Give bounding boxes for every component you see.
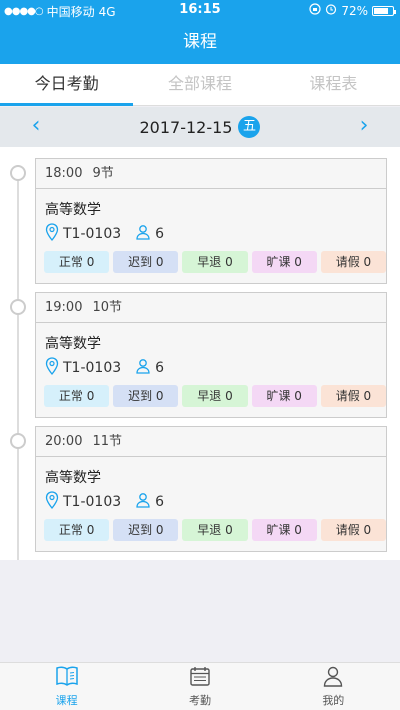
- course-meta: T1-0103 6: [36, 489, 386, 515]
- course-time: 18:00: [45, 166, 83, 181]
- tabbar-item-profile[interactable]: 我的: [267, 663, 400, 710]
- tabbar-label: 考勤: [188, 694, 211, 707]
- course-period: 10节: [92, 300, 123, 315]
- bottom-tab-bar: 课程 考勤 我的: [0, 662, 400, 710]
- timeline-node: [10, 433, 26, 449]
- course-room: T1-0103: [63, 494, 122, 510]
- student-count: 6: [155, 494, 165, 510]
- course-meta: T1-0103 6: [36, 355, 386, 381]
- current-date: 2017-12-15: [139, 117, 233, 137]
- location-pin-icon: [45, 491, 63, 513]
- tab-all-courses[interactable]: 全部课程: [133, 64, 266, 105]
- person-icon: [135, 358, 155, 378]
- course-card[interactable]: 20:00 11节 高等数学 T1-0103 6 正常 0 迟到 0 早退 0 旷…: [35, 426, 387, 552]
- course-room: T1-0103: [63, 226, 122, 242]
- course-card[interactable]: 18:00 9节 高等数学 T1-0103 6 正常 0 迟到 0 早退 0 旷课…: [35, 158, 387, 284]
- alarm-icon: [325, 3, 337, 18]
- status-right: 72%: [309, 3, 396, 18]
- calendar-icon: [189, 665, 211, 692]
- tabbar-label: 课程: [55, 694, 78, 707]
- status-bar: ●●●●○ 中国移动 4G 16:15 72%: [0, 0, 400, 20]
- timeline-node: [10, 165, 26, 181]
- segment-tabs: 今日考勤 全部课程 课程表: [0, 64, 400, 106]
- tabbar-item-courses[interactable]: 课程: [0, 663, 133, 710]
- course-name: 高等数学: [45, 202, 101, 218]
- course-time: 19:00: [45, 300, 83, 315]
- battery-icon: [372, 5, 396, 16]
- course-time-header: 19:00 10节: [36, 293, 386, 323]
- student-count: 6: [155, 360, 165, 376]
- person-icon: [135, 224, 155, 244]
- course-meta: T1-0103 6: [36, 221, 386, 247]
- course-time-header: 18:00 9节: [36, 159, 386, 189]
- stat-leave-early[interactable]: 早退 0: [182, 385, 248, 407]
- person-icon: [135, 492, 155, 512]
- weekday-badge: 五: [238, 116, 261, 138]
- course-period: 9节: [92, 166, 114, 181]
- stat-normal[interactable]: 正常 0: [44, 385, 110, 407]
- stat-leave[interactable]: 请假 0: [320, 519, 387, 541]
- stat-late[interactable]: 迟到 0: [113, 385, 179, 407]
- course-time-header: 20:00 11节: [36, 427, 386, 457]
- stat-leave-early[interactable]: 早退 0: [182, 251, 248, 273]
- stat-absent[interactable]: 旷课 0: [251, 385, 317, 407]
- location-pin-icon: [45, 357, 63, 379]
- course-name: 高等数学: [45, 336, 101, 352]
- timeline-line: [17, 165, 19, 560]
- book-icon: [55, 665, 79, 692]
- student-count: 6: [155, 226, 165, 242]
- course-period: 11节: [92, 434, 123, 449]
- page-title: 课程: [0, 20, 400, 64]
- attendance-stats: 正常 0 迟到 0 早退 0 旷课 0 请假 0: [36, 247, 387, 273]
- stat-absent[interactable]: 旷课 0: [251, 251, 317, 273]
- stat-normal[interactable]: 正常 0: [44, 519, 110, 541]
- stat-normal[interactable]: 正常 0: [44, 251, 110, 273]
- course-name: 高等数学: [45, 470, 101, 486]
- tabbar-item-attendance[interactable]: 考勤: [133, 663, 266, 710]
- attendance-stats: 正常 0 迟到 0 早退 0 旷课 0 请假 0: [36, 515, 387, 541]
- timeline-node: [10, 299, 26, 315]
- prev-day-button[interactable]: ‹: [24, 115, 48, 139]
- user-icon: [322, 665, 344, 692]
- course-time: 20:00: [45, 434, 83, 449]
- lock-rotation-icon: [309, 3, 321, 18]
- stat-leave[interactable]: 请假 0: [320, 251, 387, 273]
- date-selector: ‹ 2017-12-15 五 ›: [0, 107, 400, 147]
- course-timeline: 18:00 9节 高等数学 T1-0103 6 正常 0 迟到 0 早退 0 旷课…: [0, 147, 400, 560]
- tab-today-attendance[interactable]: 今日考勤: [0, 64, 134, 106]
- course-room: T1-0103: [63, 360, 122, 376]
- location-pin-icon: [45, 223, 63, 245]
- stat-leave[interactable]: 请假 0: [320, 385, 387, 407]
- tab-timetable[interactable]: 课程表: [267, 64, 400, 105]
- battery-percent: 72%: [341, 3, 368, 18]
- stat-leave-early[interactable]: 早退 0: [182, 519, 248, 541]
- course-card[interactable]: 19:00 10节 高等数学 T1-0103 6 正常 0 迟到 0 早退 0 旷…: [35, 292, 387, 418]
- tabbar-label: 我的: [322, 694, 345, 707]
- stat-late[interactable]: 迟到 0: [113, 251, 179, 273]
- stat-absent[interactable]: 旷课 0: [251, 519, 317, 541]
- stat-late[interactable]: 迟到 0: [113, 519, 179, 541]
- attendance-stats: 正常 0 迟到 0 早退 0 旷课 0 请假 0: [36, 381, 387, 407]
- next-day-button[interactable]: ›: [352, 115, 376, 139]
